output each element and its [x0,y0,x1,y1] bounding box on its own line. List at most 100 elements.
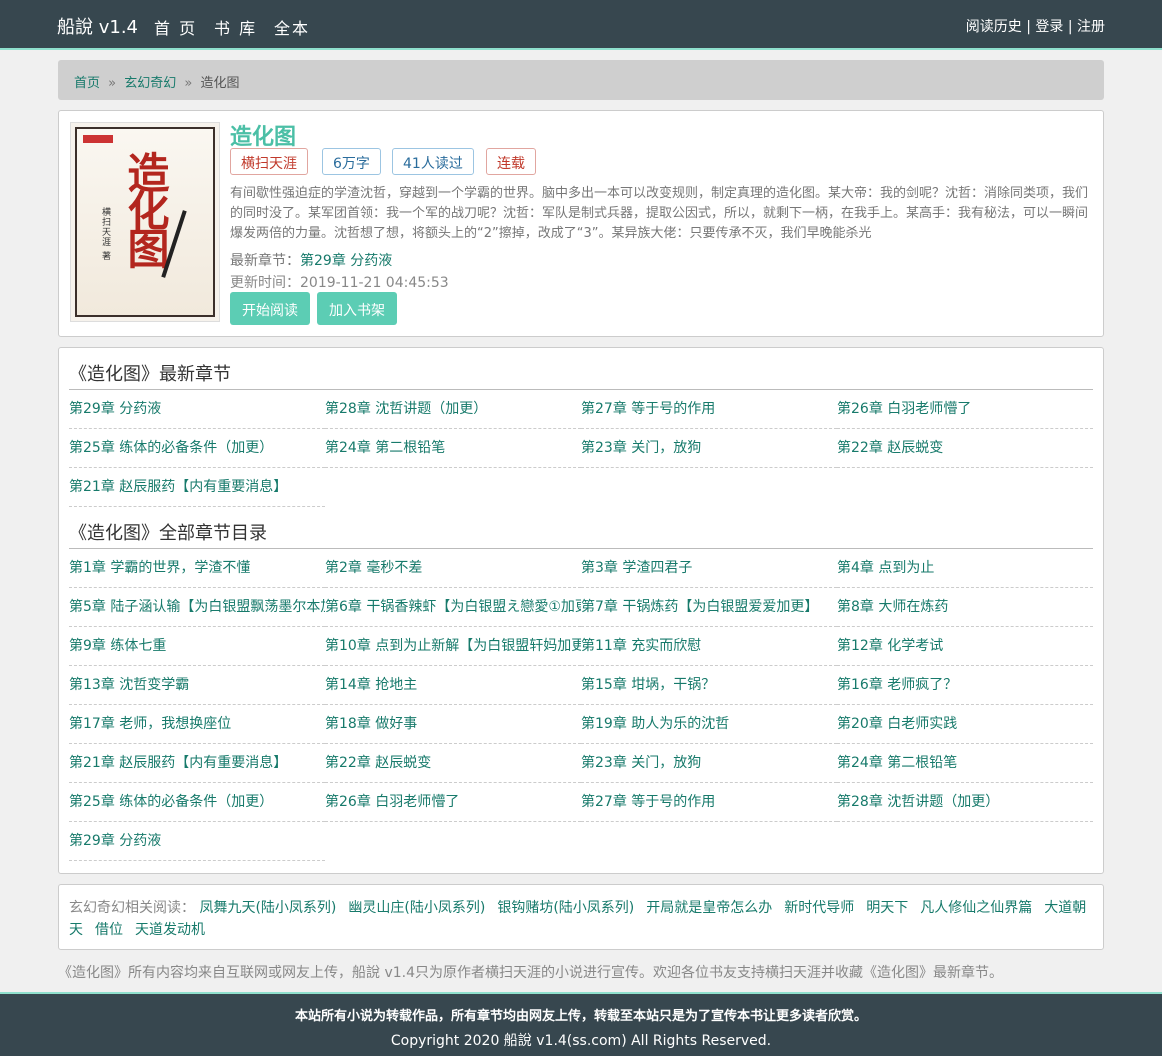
update-time-label: 更新时间： [230,275,300,291]
chapter-link[interactable]: 第26章 白羽老师懵了 [837,401,971,417]
chapter-link[interactable]: 第23章 关门，放狗 [581,755,701,771]
chapter-link[interactable]: 第3章 学渣四君子 [581,560,692,576]
chapter-item: 第13章 沈哲变学霸 [69,666,325,705]
register-link[interactable]: 注册 [1077,19,1105,35]
book-info-panel: 造化图 横扫天涯 著 造化图 横扫天涯 6万字 41人读过 连载 有间歇性强迫症… [58,110,1104,337]
latest-chapter-link[interactable]: 第29章 分药液 [300,253,392,269]
latest-chapters-list: 第29章 分药液 第28章 沈哲讲题（加更） 第27章 等于号的作用 第26章 白羽老… [69,390,1093,507]
chapter-item: 第11章 充实而欣慰 [581,627,837,666]
related-list: 凤舞九天(陆小凤系列) 幽灵山庄(陆小凤系列) 银钩赌坊(陆小凤系列) 开局就是皇帝怎… [69,900,1086,938]
chapter-link[interactable]: 第27章 等于号的作用 [581,794,715,810]
chapter-item: 第4章 点到为止 [837,549,1093,588]
chapter-item: 第23章 关门，放狗 [581,429,837,468]
chapter-link[interactable]: 第8章 大师在炼药 [837,599,948,615]
chapter-link[interactable]: 第2章 毫秒不差 [325,560,422,576]
breadcrumb-category-link[interactable]: 玄幻奇幻 [124,76,176,91]
footer-notice: 本站所有小说为转载作品，所有章节均由网友上传，转载至本站只是为了宣传本书让更多读… [294,1009,867,1024]
related-reading-panel: 玄幻奇幻相关阅读： 凤舞九天(陆小凤系列) 幽灵山庄(陆小凤系列) 银钩赌坊(陆小凤… [58,884,1104,950]
chapter-item: 第14章 抢地主 [325,666,581,705]
chapter-link[interactable]: 第23章 关门，放狗 [581,440,701,456]
chapter-item: 第1章 学霸的世界，学渣不懂 [69,549,325,588]
chapter-item: 第7章 干锅炼药【为白银盟爱爱加更】 [581,588,837,627]
chapter-link[interactable]: 第9章 练体七重 [69,638,166,654]
book-description: 有间歇性强迫症的学渣沈哲，穿越到一个学霸的世界。脑中多出一本可以改变规则，制定真… [230,186,1089,241]
breadcrumb-home-link[interactable]: 首页 [74,76,100,91]
related-book-link[interactable]: 明天下 [866,900,908,916]
chapter-item: 第8章 大师在炼药 [837,588,1093,627]
top-navbar: 船說 v1.4 首 页 书 库 全本 阅读历史 | 登录 | 注册 [0,0,1162,50]
chapter-item: 第28章 沈哲讲题（加更） [325,390,581,429]
site-brand-link[interactable]: 船說 v1.4 [57,13,138,39]
all-chapters-list: 第1章 学霸的世界，学渣不懂 第2章 毫秒不差 第3章 学渣四君子 第4章 点到为止第… [69,549,1093,861]
related-book-link[interactable]: 开局就是皇帝怎么办 [646,900,772,916]
chapter-link[interactable]: 第25章 练体的必备条件（加更） [69,440,273,456]
chapter-link[interactable]: 第16章 老师疯了？ [837,677,957,693]
chapter-link[interactable]: 第24章 第二根铅笔 [325,440,445,456]
breadcrumb-separator: » [108,76,117,91]
add-to-shelf-button[interactable]: 加入书架 [317,292,397,325]
related-book-link[interactable]: 幽灵山庄(陆小凤系列) [348,900,485,916]
chapter-link[interactable]: 第15章 坩埚，干锅？ [581,677,715,693]
chapter-link[interactable]: 第29章 分药液 [69,401,161,417]
chapter-item: 第26章 白羽老师懵了 [325,783,581,822]
chapter-item: 第24章 第二根铅笔 [325,429,581,468]
chapter-link[interactable]: 第28章 沈哲讲题（加更） [325,401,487,417]
nav-library-link[interactable]: 书 库 [214,15,257,39]
chapter-item: 第22章 赵辰蜕变 [837,429,1093,468]
related-book-link[interactable]: 银钩赌坊(陆小凤系列) [497,900,634,916]
author-tag[interactable]: 横扫天涯 [230,148,308,175]
chapter-link[interactable]: 第21章 赵辰服药【内有重要消息】 [69,755,287,771]
chapter-link[interactable]: 第18章 做好事 [325,716,417,732]
chapter-link[interactable]: 第1章 学霸的世界，学渣不懂 [69,560,250,576]
breadcrumb: 首页 » 玄幻奇幻 » 造化图 [58,60,1104,100]
related-book-link[interactable]: 借位 [95,922,123,938]
related-book-link[interactable]: 凤舞九天(陆小凤系列) [199,900,336,916]
chapter-link[interactable]: 第4章 点到为止 [837,560,934,576]
chapter-link[interactable]: 第22章 赵辰蜕变 [837,440,943,456]
chapter-item: 第27章 等于号的作用 [581,783,837,822]
related-label: 玄幻奇幻相关阅读： [69,900,195,916]
nav-complete-link[interactable]: 全本 [274,15,310,39]
reading-history-link[interactable]: 阅读历史 [966,19,1022,35]
read-count-tag: 41人读过 [392,148,474,175]
cover-title-text: 造化图 [121,151,170,265]
chapter-item: 第15章 坩埚，干锅？ [581,666,837,705]
related-book-link[interactable]: 凡人修仙之仙界篇 [920,900,1032,916]
chapter-item: 第3章 学渣四君子 [581,549,837,588]
chapter-link[interactable]: 第21章 赵辰服药【内有重要消息】 [69,479,287,495]
chapter-link[interactable]: 第29章 分药液 [69,833,161,849]
chapter-item: 第18章 做好事 [325,705,581,744]
latest-chapter-line: 最新章节：第29章 分药液 [230,250,392,270]
chapter-link[interactable]: 第7章 干锅炼药【为白银盟爱爱加更】 [581,599,818,615]
book-title: 造化图 [230,125,297,150]
chapter-link[interactable]: 第22章 赵辰蜕变 [325,755,431,771]
chapter-link[interactable]: 第5章 陆子涵认输【为白银盟飘荡墨尔本加更】 [69,599,325,615]
chapter-link[interactable]: 第19章 助人为乐的沈哲 [581,716,729,732]
chapter-link[interactable]: 第14章 抢地主 [325,677,417,693]
start-reading-button[interactable]: 开始阅读 [230,292,310,325]
nav-home-link[interactable]: 首 页 [154,15,197,39]
related-book-link[interactable]: 天道发动机 [135,922,205,938]
chapter-link[interactable]: 第13章 沈哲变学霸 [69,677,189,693]
chapter-link[interactable]: 第6章 干锅香辣虾【为白银盟え戀愛①加更】 [325,599,581,615]
chapter-item: 第6章 干锅香辣虾【为白银盟え戀愛①加更】 [325,588,581,627]
latest-chapters-heading: 《造化图》最新章节 [69,348,1093,390]
chapter-link[interactable]: 第17章 老师，我想换座位 [69,716,231,732]
chapter-item: 第16章 老师疯了？ [837,666,1093,705]
login-link[interactable]: 登录 [1035,19,1063,35]
chapter-link[interactable]: 第11章 充实而欣慰 [581,638,701,654]
chapter-link[interactable]: 第20章 白老师实践 [837,716,957,732]
chapter-link[interactable]: 第24章 第二根铅笔 [837,755,957,771]
chapter-link[interactable]: 第25章 练体的必备条件（加更） [69,794,273,810]
related-book-link[interactable]: 新时代导师 [784,900,854,916]
chapter-link[interactable]: 第28章 沈哲讲题（加更） [837,794,999,810]
chapter-link[interactable]: 第10章 点到为止新解【为白银盟轩妈加更】 [325,638,581,654]
book-cover-image[interactable]: 造化图 横扫天涯 著 [70,122,220,322]
chapter-item: 第26章 白羽老师懵了 [837,390,1093,429]
chapter-item: 第27章 等于号的作用 [581,390,837,429]
chapter-link[interactable]: 第12章 化学考试 [837,638,943,654]
breadcrumb-separator: » [184,76,193,91]
chapter-link[interactable]: 第27章 等于号的作用 [581,401,715,417]
chapter-item: 第21章 赵辰服药【内有重要消息】 [69,744,325,783]
chapter-link[interactable]: 第26章 白羽老师懵了 [325,794,459,810]
